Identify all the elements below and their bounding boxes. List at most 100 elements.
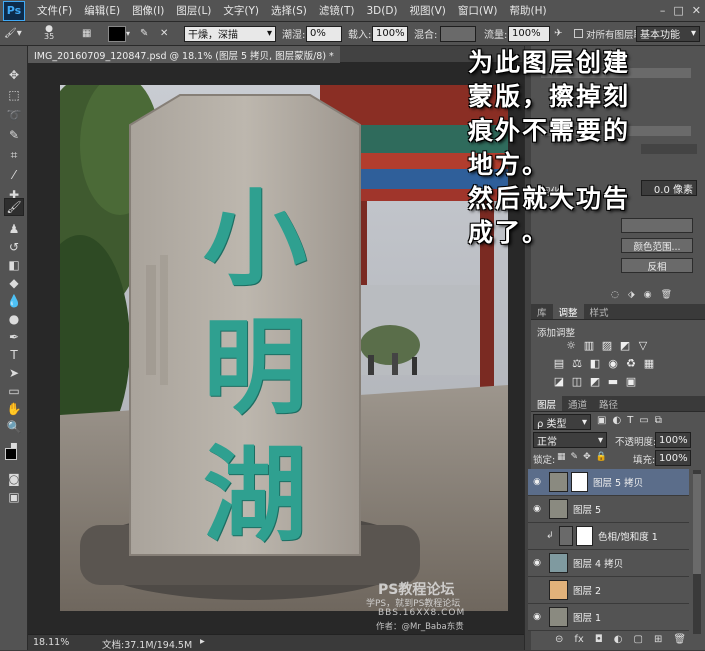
layers-scrollbar[interactable] bbox=[693, 470, 701, 634]
menu-filter[interactable]: 滤镜(T) bbox=[319, 3, 355, 18]
lasso-tool-icon[interactable]: ➰ bbox=[4, 106, 24, 124]
lock-paint-icon[interactable]: ✎ bbox=[571, 452, 579, 462]
mix-field[interactable] bbox=[440, 25, 476, 42]
adjustment-layer-icon[interactable]: ◐ bbox=[614, 634, 623, 645]
menu-window[interactable]: 窗口(W) bbox=[458, 3, 498, 18]
photo-filter-icon[interactable]: ◉ bbox=[607, 358, 619, 370]
delete-layer-icon[interactable]: 🗑 bbox=[673, 634, 686, 645]
gradient-map-icon[interactable]: ▬ bbox=[607, 376, 619, 388]
lock-move-icon[interactable]: ✥ bbox=[583, 452, 591, 462]
vibrance-icon[interactable]: ▽ bbox=[637, 340, 649, 352]
new-layer-icon[interactable]: ⊞ bbox=[654, 634, 662, 645]
tab-layers[interactable]: 图层 bbox=[531, 396, 563, 411]
shape-tool-icon[interactable]: ▭ bbox=[4, 382, 24, 400]
menu-select[interactable]: 选择(S) bbox=[271, 3, 307, 18]
path-select-tool-icon[interactable]: ➤ bbox=[4, 364, 24, 382]
layer-mask-thumbnail[interactable] bbox=[571, 472, 588, 492]
menu-view[interactable]: 视图(V) bbox=[410, 3, 446, 18]
exposure-icon[interactable]: ◩ bbox=[619, 340, 631, 352]
layer-style-icon[interactable]: fx bbox=[574, 634, 583, 645]
blur-tool-icon[interactable]: 💧 bbox=[4, 292, 24, 310]
maximize-icon[interactable]: □ bbox=[673, 4, 683, 17]
quick-mask-icon[interactable]: ◙ bbox=[4, 470, 24, 488]
tab-adjustments[interactable]: 调整 bbox=[552, 304, 584, 319]
minimize-icon[interactable]: – bbox=[660, 4, 666, 17]
stamp-tool-icon[interactable]: ♟ bbox=[4, 220, 24, 238]
layer-row[interactable]: ◉ 图层 4 拷贝 bbox=[528, 550, 689, 577]
lock-all-icon[interactable]: 🔒 bbox=[596, 452, 607, 462]
tab-library[interactable]: 库 bbox=[531, 304, 553, 319]
hand-tool-icon[interactable]: ✋ bbox=[4, 400, 24, 418]
group-icon[interactable]: ▢ bbox=[634, 634, 643, 645]
mix-preset-select[interactable]: 干燥，深描 ▾ bbox=[184, 25, 276, 42]
posterize-icon[interactable]: ◫ bbox=[571, 376, 583, 388]
wet-field[interactable]: 0% bbox=[306, 25, 342, 42]
tab-channels[interactable]: 通道 bbox=[562, 396, 593, 411]
filter-pixel-icon[interactable]: ▣ bbox=[597, 415, 606, 426]
type-tool-icon[interactable]: T bbox=[4, 346, 24, 364]
zoom-tool-icon[interactable]: 🔍 bbox=[4, 418, 24, 436]
blend-mode-select[interactable]: 正常 ▾ bbox=[533, 432, 607, 448]
color-lookup-icon[interactable]: ▦ bbox=[643, 358, 655, 370]
eye-icon[interactable]: ◉ bbox=[528, 558, 546, 568]
layer-row[interactable]: ◉ 图层 5 bbox=[528, 496, 689, 523]
levels-icon[interactable]: ▥ bbox=[583, 340, 595, 352]
workspace-select[interactable]: 基本功能 ▾ bbox=[636, 25, 700, 42]
crop-tool-icon[interactable]: ⌗ bbox=[4, 146, 24, 164]
tab-styles[interactable]: 样式 bbox=[584, 304, 615, 319]
menu-file[interactable]: 文件(F) bbox=[37, 3, 72, 18]
dodge-tool-icon[interactable]: ● bbox=[4, 310, 24, 328]
apply-mask-icon[interactable]: ⬗ bbox=[628, 290, 635, 300]
document-tab[interactable]: IMG_20160709_120847.psd @ 18.1% (图层 5 拷贝… bbox=[28, 46, 340, 63]
history-brush-tool-icon[interactable]: ↺ bbox=[4, 238, 24, 256]
airbrush-icon[interactable]: ✈ bbox=[554, 25, 562, 42]
channel-mixer-icon[interactable]: ♻ bbox=[625, 358, 637, 370]
opacity-field[interactable]: 100% bbox=[655, 432, 691, 448]
brush-panel-icon[interactable]: ▦ bbox=[82, 25, 91, 42]
fill-field[interactable]: 100% bbox=[655, 450, 691, 466]
invert-adj-icon[interactable]: ◪ bbox=[553, 376, 565, 388]
foreground-color-swatch[interactable] bbox=[5, 448, 17, 460]
tab-paths[interactable]: 路径 bbox=[593, 396, 624, 411]
lock-transparent-icon[interactable]: ▦ bbox=[557, 452, 566, 462]
canvas-area[interactable]: 小 明 湖 PS教程论坛 学PS，就到PS教程论坛 BBS.16XX8.COM … bbox=[28, 63, 524, 634]
eyedropper-tool-icon[interactable]: ⁄ bbox=[4, 166, 24, 184]
brush-tool-icon[interactable]: 🖌 bbox=[4, 198, 24, 216]
pen-tool-icon[interactable]: ✒ bbox=[4, 328, 24, 346]
load-brush-icon[interactable]: ✎ bbox=[140, 25, 148, 42]
eye-icon[interactable]: ◉ bbox=[528, 504, 546, 514]
current-color-swatch[interactable] bbox=[108, 25, 126, 42]
menu-3d[interactable]: 3D(D) bbox=[366, 5, 397, 17]
menu-type[interactable]: 文字(Y) bbox=[223, 3, 259, 18]
brightness-icon[interactable]: ☼ bbox=[565, 340, 577, 352]
filter-shape-icon[interactable]: ▭ bbox=[639, 415, 648, 426]
mixer-brush-tool-icon[interactable]: 🖌▾ bbox=[4, 25, 22, 42]
eye-icon[interactable]: ◉ bbox=[528, 477, 546, 487]
eye-icon[interactable]: ◉ bbox=[528, 612, 546, 622]
sample-all-checkbox[interactable] bbox=[574, 29, 583, 38]
close-icon[interactable]: ✕ bbox=[692, 4, 701, 17]
filter-smart-icon[interactable]: ⧉ bbox=[655, 415, 662, 426]
layer-row[interactable]: 图层 2 bbox=[528, 577, 689, 604]
move-tool-icon[interactable]: ✥ bbox=[4, 66, 24, 84]
visibility-icon[interactable]: ◉ bbox=[644, 290, 652, 300]
threshold-icon[interactable]: ◩ bbox=[589, 376, 601, 388]
menu-edit[interactable]: 编辑(E) bbox=[84, 3, 120, 18]
link-layers-icon[interactable]: ⊝ bbox=[555, 634, 563, 645]
add-mask-icon[interactable]: ◘ bbox=[595, 634, 603, 645]
layer-row[interactable]: ↲ 色相/饱和度 1 bbox=[528, 523, 689, 550]
bw-icon[interactable]: ◧ bbox=[589, 358, 601, 370]
menu-help[interactable]: 帮助(H) bbox=[510, 3, 547, 18]
eraser-tool-icon[interactable]: ◧ bbox=[4, 256, 24, 274]
load-selection-icon[interactable]: ◌ bbox=[611, 290, 619, 300]
brush-preset-picker[interactable]: ● 35 bbox=[44, 25, 54, 42]
paint-bucket-tool-icon[interactable]: ◆ bbox=[4, 274, 24, 292]
color-balance-icon[interactable]: ⚖ bbox=[571, 358, 583, 370]
menu-layer[interactable]: 图层(L) bbox=[176, 3, 211, 18]
selective-color-icon[interactable]: ▣ bbox=[625, 376, 637, 388]
marquee-tool-icon[interactable]: ⬚ bbox=[4, 86, 24, 104]
load-field[interactable]: 100% bbox=[372, 25, 408, 42]
status-arrow-icon[interactable]: ▸ bbox=[200, 636, 205, 647]
layer-mask-thumbnail[interactable] bbox=[576, 526, 593, 546]
menu-image[interactable]: 图像(I) bbox=[132, 3, 164, 18]
